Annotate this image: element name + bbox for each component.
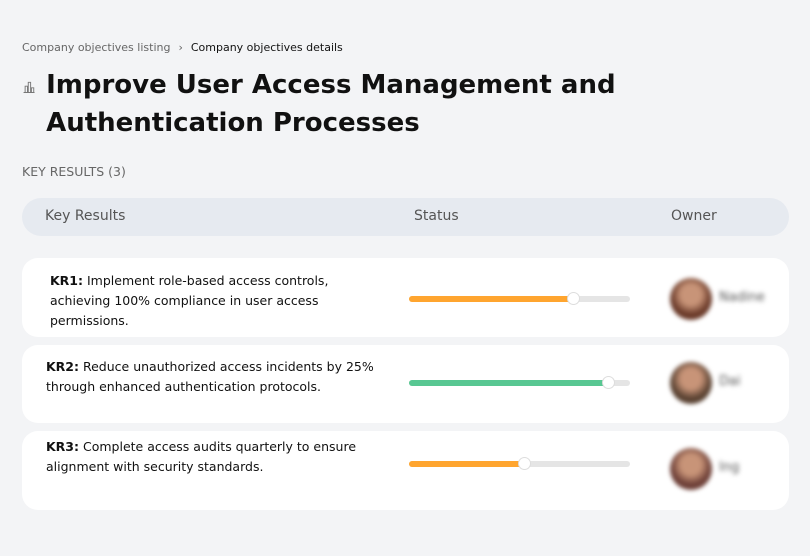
- progress-knob[interactable]: [601, 376, 615, 389]
- progress-knob[interactable]: [566, 292, 580, 305]
- page-title: Improve User Access Management and Authe…: [46, 70, 616, 138]
- breadcrumb-current: Company objectives details: [190, 41, 343, 54]
- progress-bar[interactable]: [409, 376, 630, 389]
- key-result-text: KR3: Complete access audits quarterly to…: [46, 437, 376, 477]
- header-owner: Owner: [671, 208, 717, 224]
- breadcrumb: Company objectives listing › Company obj…: [22, 41, 343, 54]
- breadcrumb-parent-link[interactable]: Company objectives listing: [22, 41, 170, 54]
- owner-avatar: [670, 448, 712, 490]
- progress-knob[interactable]: [517, 457, 531, 470]
- key-result-description: Implement role-based access controls, ac…: [50, 273, 329, 328]
- progress-bar[interactable]: [409, 292, 630, 305]
- key-result-row[interactable]: KR1: Implement role-based access control…: [22, 258, 789, 337]
- key-result-row[interactable]: KR3: Complete access audits quarterly to…: [22, 431, 789, 510]
- owner-avatar: [670, 278, 712, 320]
- owner-name: Ing: [719, 460, 740, 475]
- table-header: Key Results Status Owner: [22, 198, 789, 236]
- key-result-id: KR1:: [50, 273, 84, 288]
- header-key-results: Key Results: [45, 208, 126, 224]
- owner-avatar: [670, 362, 712, 404]
- progress-fill: [409, 296, 573, 302]
- key-result-row[interactable]: KR2: Reduce unauthorized access incident…: [22, 345, 789, 423]
- key-result-description: Complete access audits quarterly to ensu…: [46, 439, 357, 474]
- page-title-container: Improve User Access Management and Authe…: [22, 66, 792, 142]
- key-result-id: KR2:: [46, 359, 80, 374]
- header-status: Status: [414, 208, 459, 224]
- progress-fill: [409, 461, 524, 467]
- key-results-count: KEY RESULTS (3): [22, 164, 126, 179]
- owner-name: Nadine: [719, 290, 765, 305]
- chevron-right-icon: ›: [178, 41, 183, 54]
- progress-fill: [409, 380, 608, 386]
- progress-bar[interactable]: [409, 457, 630, 470]
- building-icon: [23, 81, 35, 93]
- key-result-id: KR3:: [46, 439, 80, 454]
- key-result-description: Reduce unauthorized access incidents by …: [46, 359, 374, 394]
- key-result-text: KR2: Reduce unauthorized access incident…: [46, 357, 376, 397]
- owner-name: Dai: [719, 374, 741, 389]
- key-result-text: KR1: Implement role-based access control…: [50, 271, 370, 331]
